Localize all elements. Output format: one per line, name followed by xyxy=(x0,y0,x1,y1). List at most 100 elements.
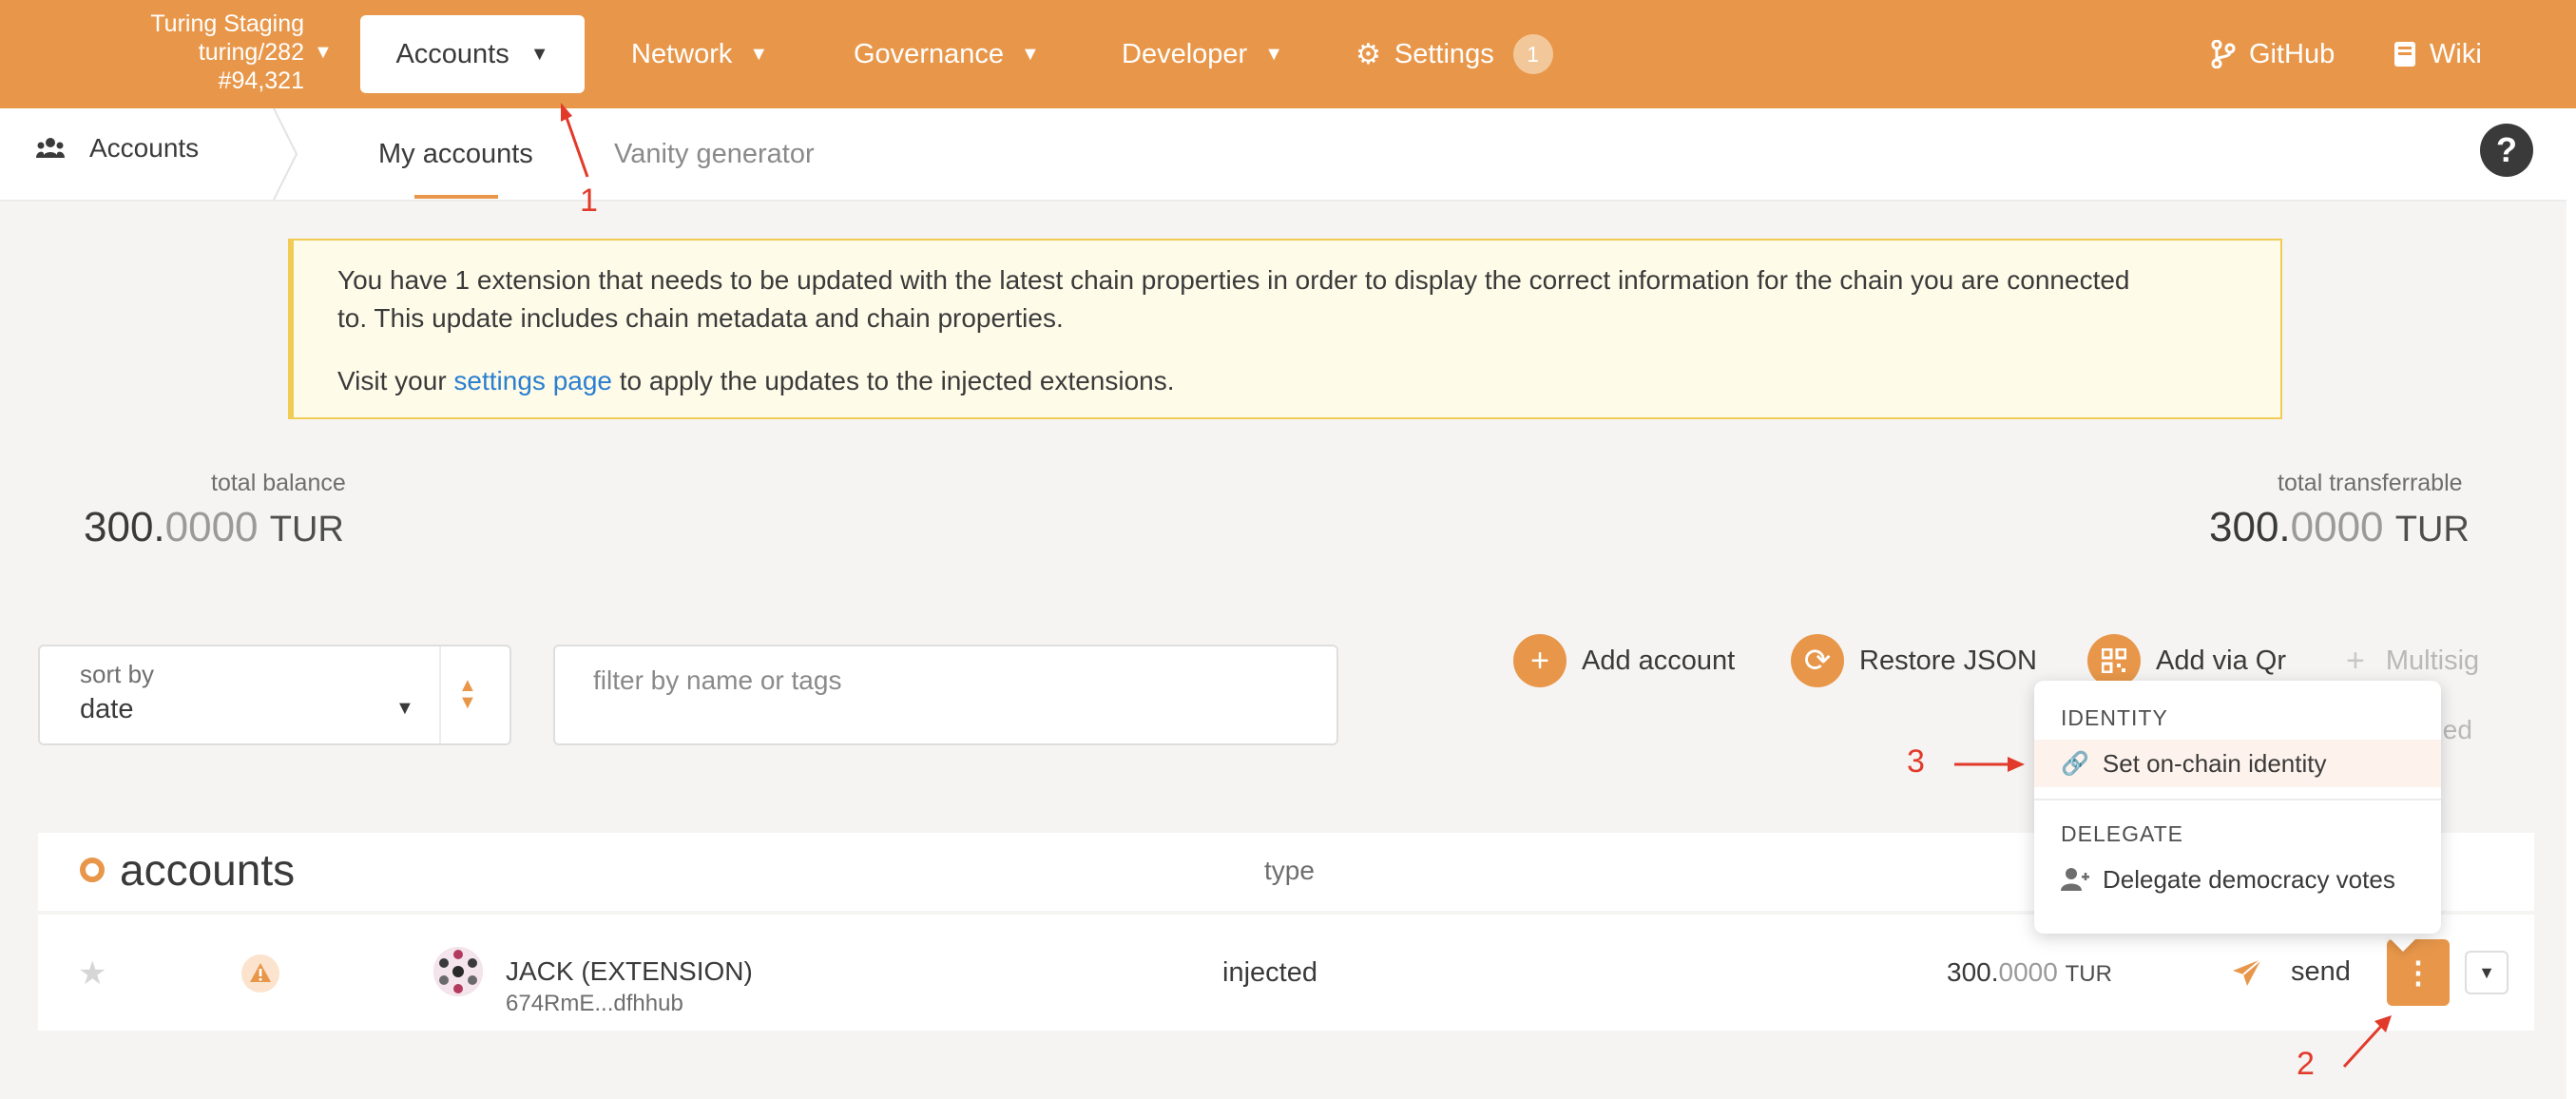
notice-line-3-suffix: to apply the updates to the injected ext… xyxy=(619,366,1175,395)
annotation-arrow-3 xyxy=(1954,757,2025,772)
code-branch-icon xyxy=(2211,40,2236,68)
sort-value: date xyxy=(80,694,134,724)
account-balance-unit: TUR xyxy=(2065,961,2112,987)
notice-line-3-prefix: Visit your xyxy=(337,366,447,395)
breadcrumb-chevron xyxy=(273,108,298,200)
total-balance-frac: 0000 xyxy=(164,504,259,550)
warning-icon xyxy=(241,954,279,993)
section-title: Accounts xyxy=(36,133,199,164)
account-type: injected xyxy=(1222,957,1317,988)
section-title-label: Accounts xyxy=(89,133,200,163)
star-icon[interactable]: ★ xyxy=(78,954,106,993)
tab-my-accounts[interactable]: My accounts xyxy=(378,139,533,170)
menu-divider xyxy=(2034,799,2441,800)
total-balance-int: 300. xyxy=(84,504,165,550)
nav-settings-label: Settings xyxy=(1394,38,1494,69)
accounts-title: accounts xyxy=(80,844,295,896)
right-edge-strip xyxy=(2566,108,2576,1099)
chevron-down-icon: ▼ xyxy=(1264,43,1283,65)
annotation-number-1: 1 xyxy=(580,183,598,219)
notice-line-2: to. This update includes chain metadata … xyxy=(337,303,1064,333)
accounts-title-label: accounts xyxy=(120,845,296,895)
plus-icon: + xyxy=(1513,634,1567,687)
delegate-section-header: DELEGATE xyxy=(2061,821,2183,846)
transferrable-int: 300. xyxy=(2209,504,2291,550)
wiki-label: Wiki xyxy=(2430,38,2482,69)
restore-json-button[interactable]: ⟳ Restore JSON xyxy=(1791,634,2037,687)
nav-governance-label: Governance xyxy=(854,38,1004,69)
total-transferrable-value: 300.0000 TUR xyxy=(2209,504,2470,551)
total-transferrable-label: total transferrable xyxy=(2278,470,2463,496)
add-via-qr-label: Add via Qr xyxy=(2156,645,2286,676)
user-plus-icon xyxy=(2061,868,2089,891)
plus-icon: + xyxy=(2346,642,2365,679)
github-link[interactable]: GitHub xyxy=(2211,0,2335,108)
github-label: GitHub xyxy=(2249,38,2336,69)
annotation-number-2: 2 xyxy=(2297,1046,2315,1082)
identity-section-header: IDENTITY xyxy=(2061,705,2168,730)
delegate-votes-label: Delegate democracy votes xyxy=(2103,864,2395,894)
nav-settings[interactable]: ⚙ Settings 1 xyxy=(1355,0,1553,108)
chain-block: #94,321 xyxy=(218,67,304,94)
chevron-down-icon: ▼ xyxy=(529,43,549,65)
send-button[interactable]: send xyxy=(2232,956,2351,988)
expand-row-button[interactable]: ▼ xyxy=(2465,951,2509,994)
total-balance-label: total balance xyxy=(211,470,346,496)
book-icon xyxy=(2394,42,2415,67)
nav-accounts[interactable]: Accounts ▼ xyxy=(360,15,585,93)
link-icon: 🔗 xyxy=(2061,750,2089,777)
notice-line-3: Visit your settings page to apply the up… xyxy=(337,362,2239,400)
account-balance-frac: 0000 xyxy=(1998,957,2058,987)
sync-icon: ⟳ xyxy=(1791,634,1844,687)
sort-dropdown[interactable]: sort by date ▼ ▲ ▼ xyxy=(38,645,511,745)
filter-input[interactable]: filter by name or tags xyxy=(553,645,1338,745)
settings-page-link[interactable]: settings page xyxy=(453,366,612,395)
more-actions-button[interactable]: ⋮ xyxy=(2387,939,2450,1006)
annotation-arrow-1 xyxy=(561,103,589,178)
add-via-qr-button[interactable]: Add via Qr xyxy=(2087,634,2286,687)
gears-icon: ⚙ xyxy=(1355,38,1381,70)
transferrable-unit: TUR xyxy=(2394,510,2470,550)
wiki-link[interactable]: Wiki xyxy=(2393,0,2482,108)
add-account-label: Add account xyxy=(1582,645,1736,676)
annotation-number-3: 3 xyxy=(1907,743,1925,780)
delegate-votes-menu-item[interactable]: Delegate democracy votes xyxy=(2034,856,2441,903)
active-tab-indicator xyxy=(414,195,498,199)
account-balance-int: 300. xyxy=(1947,957,1999,987)
circle-icon xyxy=(80,858,105,882)
chevron-down-icon[interactable]: ▼ xyxy=(314,42,333,64)
nav-network-label: Network xyxy=(631,38,733,69)
transferrable-frac: 0000 xyxy=(2290,504,2384,550)
chevron-down-icon: ▼ xyxy=(395,698,414,719)
chevron-down-icon: ▼ xyxy=(749,43,769,65)
users-icon xyxy=(36,138,65,158)
multisig-button[interactable]: + Multisig xyxy=(2346,634,2479,687)
annotation-arrow-2 xyxy=(2342,1015,2392,1069)
help-button[interactable]: ? xyxy=(2480,124,2533,177)
chevron-down-icon: ▼ xyxy=(1021,43,1040,65)
filter-placeholder: filter by name or tags xyxy=(593,665,842,695)
set-identity-label: Set on-chain identity xyxy=(2102,748,2327,778)
nav-developer[interactable]: Developer ▼ xyxy=(1122,0,1283,108)
identicon-avatar[interactable] xyxy=(433,947,483,996)
type-column-header: type xyxy=(1264,856,1315,885)
paper-plane-icon xyxy=(2233,957,2262,986)
account-name: JACK (EXTENSION) xyxy=(506,956,753,986)
nav-accounts-label: Accounts xyxy=(395,38,509,69)
tab-vanity-generator[interactable]: Vanity generator xyxy=(614,139,815,170)
send-label: send xyxy=(2291,956,2351,987)
settings-badge: 1 xyxy=(1512,34,1553,74)
extension-update-notice: You have 1 extension that needs to be up… xyxy=(288,239,2282,419)
notice-line-1: You have 1 extension that needs to be up… xyxy=(337,265,2130,295)
set-identity-menu-item[interactable]: 🔗 Set on-chain identity xyxy=(2034,740,2441,787)
nav-network[interactable]: Network ▼ xyxy=(631,0,768,108)
account-address[interactable]: 674RmE...dfhhub xyxy=(506,991,683,1017)
nav-governance[interactable]: Governance ▼ xyxy=(854,0,1040,108)
sort-direction-icon[interactable]: ▲ ▼ xyxy=(458,676,477,712)
account-balance: 300.0000 TUR xyxy=(1947,957,2112,988)
total-balance-unit: TUR xyxy=(269,510,344,550)
account-actions-menu: IDENTITY 🔗 Set on-chain identity DELEGAT… xyxy=(2034,681,2441,934)
add-account-button[interactable]: + Add account xyxy=(1513,634,1735,687)
chain-selector[interactable]: Turing Staging turing/282 #94,321 xyxy=(114,10,304,95)
nav-developer-label: Developer xyxy=(1122,38,1248,69)
